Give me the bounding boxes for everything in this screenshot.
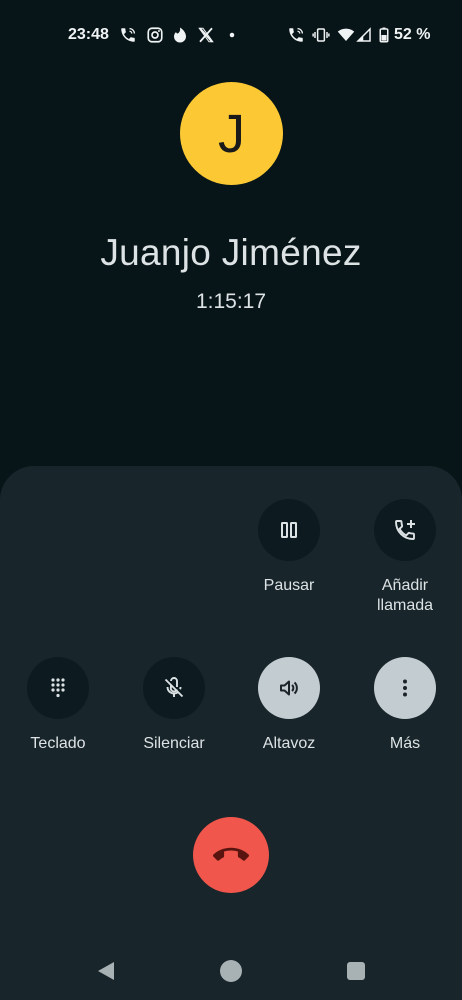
add-call-label: Añadir llamada	[347, 576, 462, 616]
call-screen: 23:48 52 % J Juanjo Jiménez 1:15:17 Paus…	[0, 0, 462, 1000]
dialpad-icon	[51, 678, 65, 698]
add-call-icon	[395, 520, 415, 540]
add-call-button[interactable]	[374, 499, 436, 561]
add-call-label-line1: Añadir	[381, 577, 429, 594]
speaker-label: Altavoz	[262, 735, 316, 752]
status-bar: 23:48 52 %	[0, 22, 462, 50]
home-icon[interactable]	[220, 960, 242, 982]
speaker-icon	[280, 680, 298, 696]
pause-icon	[281, 522, 297, 538]
instagram-icon	[146, 26, 164, 44]
wifi-icon	[337, 26, 355, 44]
vibrate-icon	[312, 26, 330, 44]
add-call-control: Añadir llamada	[347, 499, 462, 616]
back-icon[interactable]	[95, 960, 117, 987]
status-time: 23:48	[68, 26, 109, 43]
keypad-label: Teclado	[30, 735, 86, 752]
more-button[interactable]	[374, 657, 436, 719]
more-vert-icon	[403, 679, 407, 697]
mute-button[interactable]	[143, 657, 205, 719]
recents-icon[interactable]	[347, 962, 365, 980]
caller-avatar: J	[180, 82, 283, 185]
dot-icon	[223, 26, 241, 44]
navigation-bar	[0, 958, 462, 988]
end-call-icon	[213, 847, 249, 861]
end-call-button[interactable]	[193, 817, 269, 893]
pause-control: Pausar	[231, 499, 347, 596]
speaker-control: Altavoz	[231, 657, 347, 754]
caller-name: Juanjo Jiménez	[100, 232, 362, 273]
mic-off-icon	[164, 677, 184, 698]
keypad-control: Teclado	[0, 657, 116, 754]
x-icon	[197, 26, 215, 44]
phone-call-icon	[119, 26, 137, 44]
more-control: Más	[347, 657, 462, 754]
phone-call-icon	[287, 26, 305, 44]
battery-icon	[375, 26, 393, 44]
signal-icon	[355, 26, 373, 44]
tinder-icon	[171, 26, 189, 44]
mute-control: Silenciar	[116, 657, 232, 754]
more-label: Más	[389, 735, 421, 752]
call-duration: 1:15:17	[195, 290, 267, 313]
mute-label: Silenciar	[143, 735, 205, 752]
add-call-label-line2: llamada	[376, 597, 434, 614]
pause-button[interactable]	[258, 499, 320, 561]
pause-label: Pausar	[263, 577, 315, 594]
keypad-button[interactable]	[27, 657, 89, 719]
battery-percentage: 52 %	[394, 26, 431, 43]
speaker-button[interactable]	[258, 657, 320, 719]
